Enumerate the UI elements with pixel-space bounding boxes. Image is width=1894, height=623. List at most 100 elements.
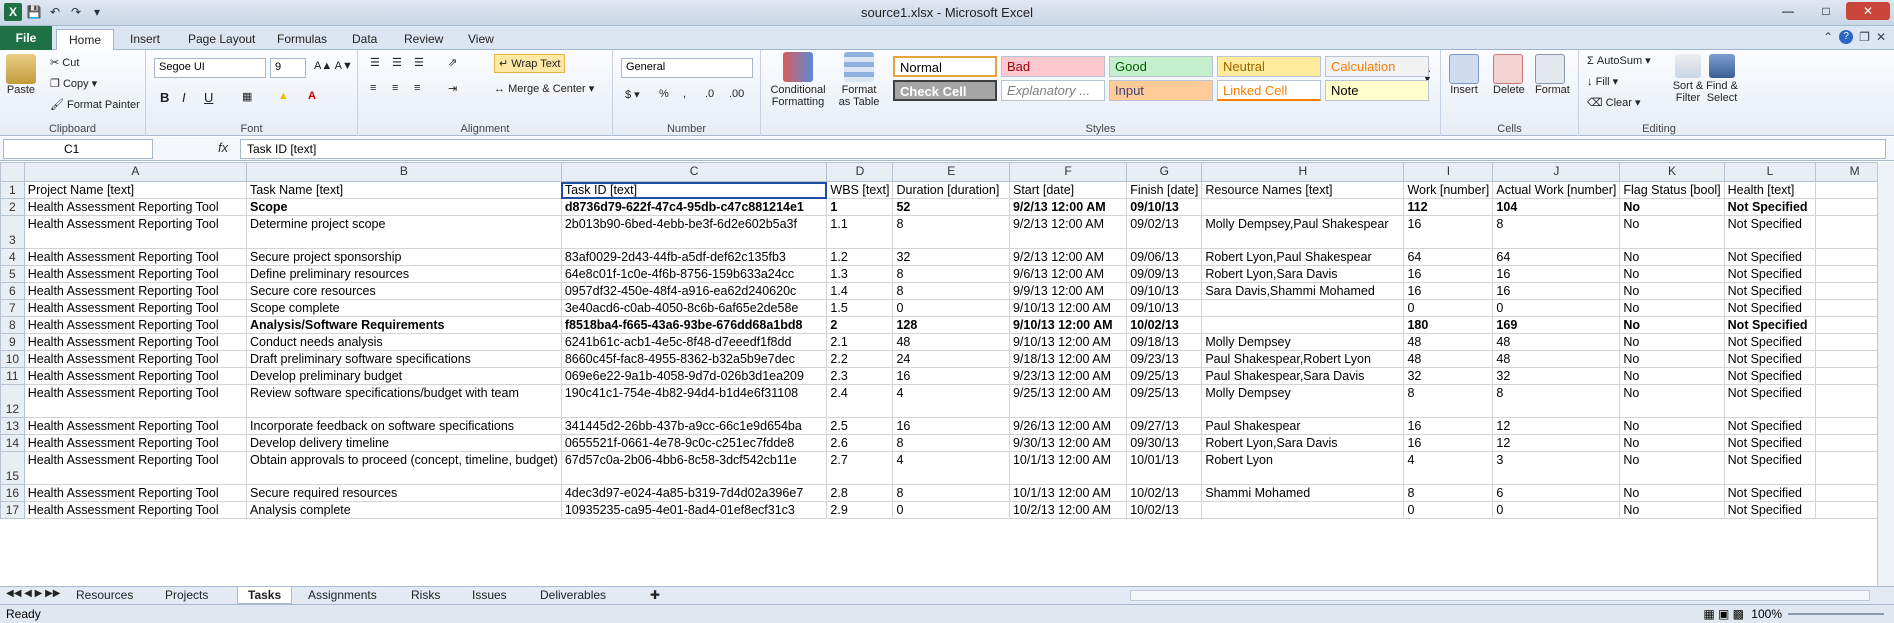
tab-insert[interactable]: Insert	[118, 29, 172, 50]
find-select-button[interactable]: Find & Select	[1705, 54, 1739, 104]
fill-color-icon[interactable]: ▲	[278, 90, 289, 102]
cell[interactable]: Robert Lyon,Sara Davis	[1201, 434, 1405, 452]
cell[interactable]: Review software specifications/budget wi…	[245, 384, 562, 418]
cell[interactable]: 9/9/13 12:00 AM	[1008, 282, 1128, 300]
zoom-level[interactable]: 100%	[1751, 607, 1782, 621]
cell[interactable]: 10/02/13	[1126, 484, 1203, 502]
align-top-icon[interactable]: ☰	[370, 56, 380, 69]
cell[interactable]: Health Assessment Reporting Tool	[23, 333, 247, 351]
cell[interactable]: 48	[1492, 333, 1621, 351]
column-header-j[interactable]: J	[1492, 162, 1621, 182]
formula-input[interactable]: Task ID [text]	[240, 139, 1886, 159]
cell[interactable]: Not Specified	[1723, 451, 1817, 485]
cell[interactable]: Not Specified	[1723, 333, 1817, 351]
cell[interactable]: Task Name [text]	[245, 181, 562, 199]
cell[interactable]: 48	[1492, 350, 1621, 368]
cell[interactable]: 09/23/13	[1126, 350, 1203, 368]
cell[interactable]: Molly Dempsey	[1201, 384, 1405, 418]
cell[interactable]: 0	[1403, 501, 1494, 519]
row-header[interactable]: 12	[0, 384, 25, 418]
name-box[interactable]: C1	[3, 139, 153, 159]
cell[interactable]: Not Specified	[1723, 350, 1817, 368]
cell[interactable]: 64	[1403, 248, 1494, 266]
cell[interactable]: 1.1	[826, 215, 894, 249]
cell[interactable]: 9/10/13 12:00 AM	[1008, 316, 1128, 334]
cell[interactable]: 1.4	[826, 282, 894, 300]
format-as-table-button[interactable]: Format as Table	[835, 52, 883, 108]
tab-file[interactable]: File	[0, 26, 52, 50]
cell[interactable]: 8	[892, 215, 1010, 249]
cell[interactable]: 9/2/13 12:00 AM	[1008, 215, 1128, 249]
cell[interactable]: 48	[1403, 333, 1494, 351]
cell-style-calculation[interactable]: Calculation	[1325, 56, 1429, 77]
cell[interactable]: 16	[1403, 215, 1494, 249]
row-header[interactable]: 10	[0, 350, 25, 368]
cell[interactable]: 180	[1403, 316, 1494, 334]
tab-data[interactable]: Data	[340, 29, 389, 50]
row-header[interactable]: 1	[0, 181, 25, 199]
cell-style-good[interactable]: Good	[1109, 56, 1213, 77]
cell[interactable]: Paul Shakespear,Robert Lyon	[1201, 350, 1405, 368]
help-icon[interactable]: ?	[1839, 30, 1854, 44]
cell[interactable]: Not Specified	[1723, 316, 1817, 334]
conditional-formatting-button[interactable]: Conditional Formatting	[765, 52, 831, 108]
cell[interactable]: Health Assessment Reporting Tool	[23, 484, 247, 502]
cell[interactable]: 2.5	[826, 417, 894, 435]
cell[interactable]: 09/09/13	[1126, 265, 1203, 283]
cell[interactable]: 9/2/13 12:00 AM	[1008, 248, 1128, 266]
minimize-button[interactable]: —	[1770, 2, 1806, 20]
cell[interactable]: 0	[1492, 299, 1621, 317]
cell[interactable]: No	[1619, 248, 1725, 266]
sheet-tab-assignments[interactable]: Assignments	[298, 587, 387, 604]
cell[interactable]: 9/2/13 12:00 AM	[1008, 198, 1128, 216]
cell[interactable]: 52	[892, 198, 1010, 216]
cell[interactable]: 10/02/13	[1126, 501, 1203, 519]
cell[interactable]: No	[1619, 501, 1725, 519]
font-size-buttons[interactable]: A▲ A▼	[314, 60, 353, 72]
merge-center-button[interactable]: ↔ Merge & Center ▾	[494, 82, 594, 95]
fill-button[interactable]: ↓ Fill ▾	[1587, 75, 1618, 88]
cell[interactable]: Not Specified	[1723, 434, 1817, 452]
cell[interactable]: 83af0029-2d43-44fb-a5df-def62c135fb3	[560, 248, 828, 266]
sheet-tab-tasks[interactable]: Tasks	[237, 587, 293, 604]
cell[interactable]: Health Assessment Reporting Tool	[23, 282, 247, 300]
cell[interactable]: No	[1619, 367, 1725, 385]
font-name-combo[interactable]: Segoe UI	[154, 58, 266, 78]
cell[interactable]: Shammi Mohamed	[1201, 484, 1405, 502]
row-header[interactable]: 5	[0, 265, 25, 283]
cell[interactable]: No	[1619, 350, 1725, 368]
cell[interactable]: Flag Status [bool]	[1619, 181, 1725, 199]
column-header-g[interactable]: G	[1126, 162, 1203, 182]
format-painter-button[interactable]: 🖌 Format Painter	[50, 98, 140, 111]
cell[interactable]: 128	[892, 316, 1010, 334]
cell[interactable]: Robert Lyon	[1201, 451, 1405, 485]
cell[interactable]: Incorporate feedback on software specifi…	[245, 417, 562, 435]
column-header-b[interactable]: B	[245, 162, 562, 182]
cell[interactable]: 09/25/13	[1126, 384, 1203, 418]
cell[interactable]	[1201, 299, 1405, 317]
row-header[interactable]: 14	[0, 434, 25, 452]
cell[interactable]: Not Specified	[1723, 367, 1817, 385]
cell[interactable]: Health Assessment Reporting Tool	[23, 350, 247, 368]
cell[interactable]: 09/18/13	[1126, 333, 1203, 351]
cell[interactable]: 48	[892, 333, 1010, 351]
tab-formulas[interactable]: Formulas	[265, 29, 339, 50]
cell[interactable]: 069e6e22-9a1b-4058-9d7d-026b3d1ea209	[560, 367, 828, 385]
align-right-icon[interactable]: ≡	[414, 82, 420, 94]
cell[interactable]: 09/27/13	[1126, 417, 1203, 435]
cell[interactable]: f8518ba4-f665-43a6-93be-676dd68a1bd8	[560, 316, 828, 334]
cell[interactable]: Health Assessment Reporting Tool	[23, 501, 247, 519]
cell[interactable]: d8736d79-622f-47c4-95db-c47c881214e1	[560, 198, 828, 216]
cell[interactable]: 8	[1403, 384, 1494, 418]
vertical-scrollbar[interactable]	[1877, 162, 1894, 586]
cell[interactable]: 2.9	[826, 501, 894, 519]
cut-button[interactable]: ✂ Cut	[50, 56, 79, 69]
currency-icon[interactable]: $ ▾	[625, 88, 640, 101]
minimize-ribbon-icon[interactable]: ⌃	[1823, 30, 1833, 44]
cell[interactable]: No	[1619, 484, 1725, 502]
restore-window-icon[interactable]: ❐	[1859, 30, 1870, 44]
cell[interactable]: Obtain approvals to proceed (concept, ti…	[245, 451, 562, 485]
row-header[interactable]: 13	[0, 417, 25, 435]
cell[interactable]: Develop delivery timeline	[245, 434, 562, 452]
zoom-slider[interactable]	[1788, 613, 1884, 615]
